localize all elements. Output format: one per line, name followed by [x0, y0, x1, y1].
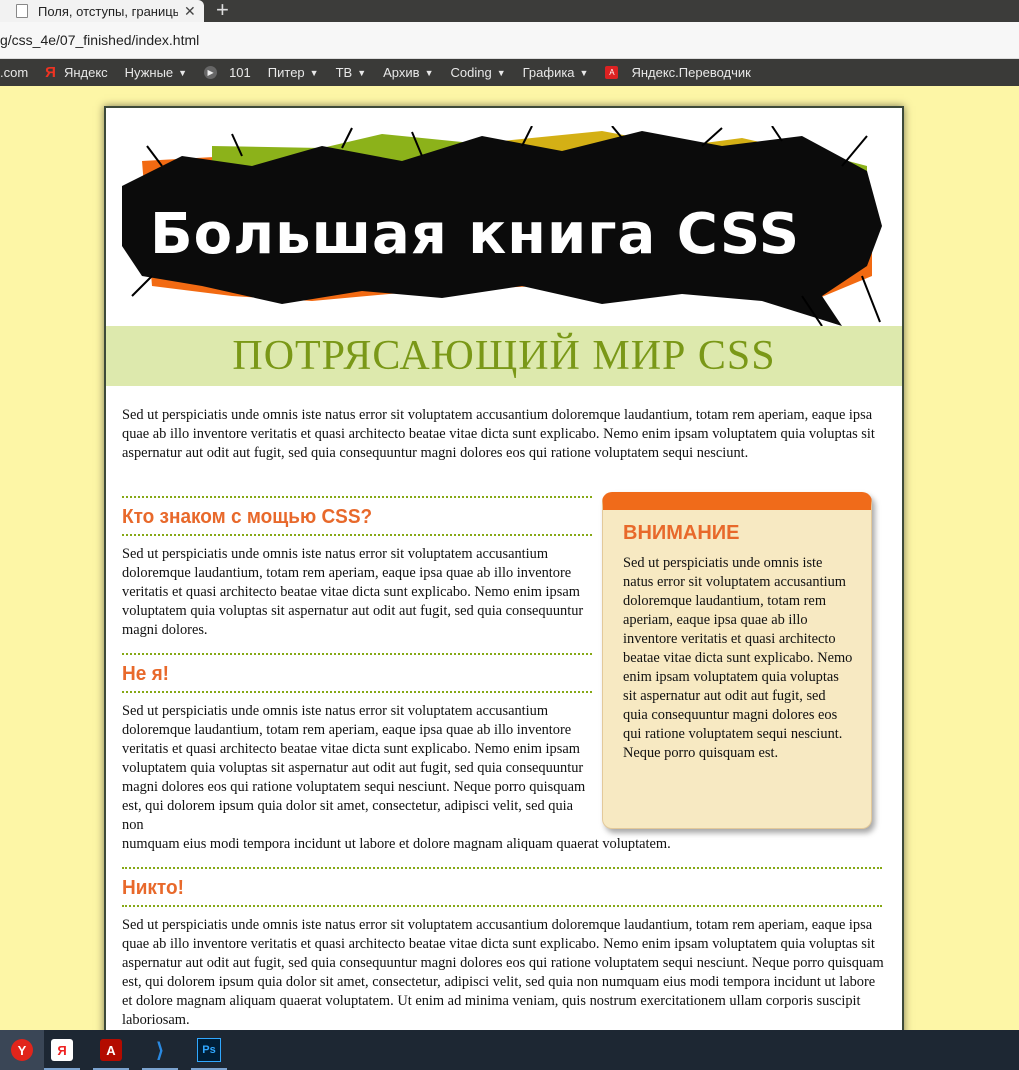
- chevron-down-icon: ▼: [496, 67, 506, 78]
- chevron-down-icon: ▼: [309, 67, 319, 78]
- banner: Большая книга CSS: [122, 125, 882, 327]
- page-container: Большая книга CSS ПОТРЯСАЮЩИЙ МИР CSS Se…: [104, 106, 904, 1050]
- sidebar-callout: ВНИМАНИЕ Sed ut perspiciatis unde omnis …: [602, 492, 872, 829]
- vscode-icon: ⟩: [156, 1039, 164, 1062]
- chevron-down-icon: ▼: [424, 67, 434, 78]
- bookmark-item[interactable]: ТВ ▼: [336, 65, 367, 80]
- bookmark-label: Питер: [267, 65, 305, 80]
- bookmark-label: Нужные: [124, 65, 174, 80]
- bookmark-label: Яндекс.Переводчик: [631, 65, 751, 80]
- circle-play-icon: ▶: [204, 66, 218, 79]
- yandex-icon: Я: [45, 64, 56, 81]
- photoshop-icon: Ps: [197, 1038, 221, 1062]
- close-tab-icon[interactable]: ✕: [184, 3, 196, 20]
- chevron-down-icon: ▼: [178, 67, 188, 78]
- address-bar[interactable]: g/css_4e/07_finished/index.html: [0, 22, 1019, 59]
- sidebar-title: ВНИМАНИЕ: [623, 522, 740, 544]
- taskbar-app-button[interactable]: ⟩: [138, 1030, 182, 1070]
- bookmark-item[interactable]: .com: [0, 65, 28, 80]
- taskbar-app-button[interactable]: Ps: [187, 1030, 231, 1070]
- section-paragraph-tail: numquam eius modi tempora incidunt ut la…: [122, 836, 671, 852]
- section-heading: Кто знаком с мощью CSS?: [122, 496, 592, 536]
- subheading-band: ПОТРЯСАЮЩИЙ МИР CSS: [106, 326, 902, 386]
- bookmark-label: ТВ: [335, 65, 353, 80]
- bookmarks-bar: .com Я Яндекс Нужные ▼ ▶ 101 Питер ▼ ТВ ▼ Архив ▼ Cod…: [0, 59, 1019, 86]
- taskbar-app-button[interactable]: Y: [0, 1030, 44, 1070]
- url-text[interactable]: g/css_4e/07_finished/index.html: [0, 32, 199, 48]
- bookmark-label: 101: [229, 65, 251, 80]
- section-paragraph: Sed ut perspiciatis unde omnis iste natu…: [122, 546, 584, 638]
- bookmark-item[interactable]: Графика ▼: [523, 65, 589, 80]
- chevron-down-icon: ▼: [579, 67, 589, 78]
- bookmark-label: Яндекс: [63, 65, 108, 80]
- section-heading: Не я!: [122, 653, 592, 693]
- browser-tab[interactable]: Поля, отступы, границы ✕: [0, 0, 204, 22]
- section-heading: Никто!: [122, 867, 882, 907]
- taskbar-app-button[interactable]: A: [89, 1030, 133, 1070]
- bookmark-label: Графика: [522, 65, 575, 80]
- bookmark-item[interactable]: A Яндекс.Переводчик: [605, 65, 751, 80]
- bookmark-item[interactable]: Coding ▼: [450, 65, 505, 80]
- bookmark-label: .com: [0, 65, 29, 80]
- translate-icon: A: [605, 66, 619, 79]
- acrobat-icon: A: [100, 1039, 122, 1061]
- bookmark-label: Архив: [383, 65, 420, 80]
- tab-title: Поля, отступы, границы: [38, 3, 178, 19]
- page-favicon-icon: [16, 4, 28, 18]
- taskbar-app-button[interactable]: Я: [40, 1030, 84, 1070]
- bookmark-item[interactable]: ▶ 101: [204, 65, 251, 80]
- banner-title: Большая книга CSS: [150, 202, 801, 267]
- bookmark-item[interactable]: Архив ▼: [383, 65, 433, 80]
- taskbar: Y Я A ⟩ Ps: [0, 1030, 1019, 1070]
- sidebar-text: Sed ut perspiciatis unde omnis iste natu…: [623, 555, 853, 761]
- chevron-down-icon: ▼: [357, 67, 367, 78]
- yandex-icon: Я: [51, 1039, 73, 1061]
- bookmark-item[interactable]: Нужные ▼: [125, 65, 187, 80]
- bookmark-label: Coding: [450, 65, 492, 80]
- bookmark-item[interactable]: Я Яндекс: [45, 64, 108, 81]
- subheading: ПОТРЯСАЮЩИЙ МИР CSS: [232, 333, 776, 379]
- tab-bar: Поля, отступы, границы ✕ +: [0, 0, 1019, 22]
- section-paragraph-wrapped: Sed ut perspiciatis unde omnis iste natu…: [122, 703, 586, 833]
- section-paragraph: Sed ut perspiciatis unde omnis iste natu…: [122, 917, 884, 1028]
- yandex-browser-icon: Y: [11, 1039, 33, 1061]
- bookmark-item[interactable]: Питер ▼: [268, 65, 319, 80]
- new-tab-button[interactable]: +: [216, 0, 229, 23]
- intro-paragraph: Sed ut perspiciatis unde omnis iste natu…: [122, 407, 875, 461]
